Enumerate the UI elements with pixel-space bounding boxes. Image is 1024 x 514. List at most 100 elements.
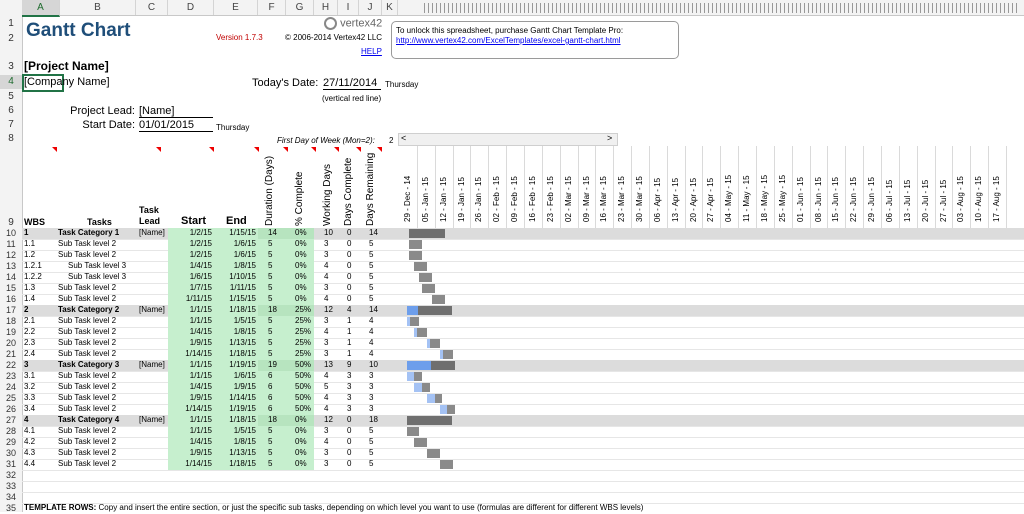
row-header-11[interactable]: 11 — [0, 239, 22, 250]
task-end[interactable]: 1/13/15 — [214, 338, 256, 347]
row-header-14[interactable]: 14 — [0, 272, 22, 283]
row-header-17[interactable]: 17 — [0, 305, 22, 316]
column-header-f[interactable]: F — [258, 0, 286, 15]
task-pct-complete[interactable]: 0% — [295, 272, 307, 281]
task-end[interactable]: 1/8/15 — [214, 261, 256, 270]
row-header-10[interactable]: 10 — [0, 228, 22, 239]
task-start[interactable]: 1/1/15 — [168, 371, 212, 380]
task-start[interactable]: 1/14/15 — [168, 349, 212, 358]
row-header-22[interactable]: 22 — [0, 360, 22, 371]
task-name[interactable]: Sub Task level 2 — [58, 239, 116, 248]
column-header-g[interactable]: G — [286, 0, 314, 15]
scroll-left-arrow[interactable]: < — [401, 133, 406, 143]
todays-date-value[interactable]: 27/11/2014 — [323, 77, 381, 90]
first-day-value[interactable]: 2 — [389, 136, 393, 145]
column-header-a[interactable]: A — [22, 0, 60, 17]
task-lead[interactable]: [Name] — [139, 360, 165, 369]
task-pct-complete[interactable]: 25% — [295, 305, 311, 314]
task-pct-complete[interactable]: 0% — [295, 415, 307, 424]
row-header-1[interactable]: 1 — [0, 15, 22, 32]
task-pct-complete[interactable]: 50% — [295, 382, 311, 391]
task-pct-complete[interactable]: 50% — [295, 371, 311, 380]
row-header-35[interactable]: 35 — [0, 503, 22, 514]
task-end[interactable]: 1/18/15 — [214, 305, 256, 314]
task-pct-complete[interactable]: 50% — [295, 360, 311, 369]
row-header-18[interactable]: 18 — [0, 316, 22, 327]
column-header-e[interactable]: E — [214, 0, 258, 15]
task-start[interactable]: 1/1/15 — [168, 305, 212, 314]
task-pct-complete[interactable]: 25% — [295, 338, 311, 347]
row-header-5[interactable]: 5 — [0, 90, 22, 104]
task-pct-complete[interactable]: 25% — [295, 316, 311, 325]
row-header-8[interactable]: 8 — [0, 132, 22, 146]
task-start[interactable]: 1/14/15 — [168, 404, 212, 413]
row-header-6[interactable]: 6 — [0, 104, 22, 118]
task-name[interactable]: Sub Task level 2 — [58, 459, 116, 468]
task-name[interactable]: Sub Task level 2 — [58, 426, 116, 435]
row-header-13[interactable]: 13 — [0, 261, 22, 272]
task-name[interactable]: Sub Task level 2 — [58, 327, 116, 336]
task-name[interactable]: Sub Task level 2 — [58, 404, 116, 413]
comment-marker[interactable] — [283, 147, 288, 152]
column-header-j[interactable]: J — [359, 0, 382, 15]
task-end[interactable]: 1/5/15 — [214, 426, 256, 435]
row-header-7[interactable]: 7 — [0, 118, 22, 132]
comment-marker[interactable] — [334, 147, 339, 152]
task-start[interactable]: 1/1/15 — [168, 316, 212, 325]
row-header-25[interactable]: 25 — [0, 393, 22, 404]
task-end[interactable]: 1/13/15 — [214, 448, 256, 457]
task-start[interactable]: 1/1/15 — [168, 415, 212, 424]
row-header-19[interactable]: 19 — [0, 327, 22, 338]
row-header-3[interactable]: 3 — [0, 60, 22, 74]
task-start[interactable]: 1/1/15 — [168, 360, 212, 369]
task-start[interactable]: 1/9/15 — [168, 338, 212, 347]
task-pct-complete[interactable]: 0% — [295, 426, 307, 435]
task-start[interactable]: 1/4/15 — [168, 437, 212, 446]
task-lead[interactable]: [Name] — [139, 415, 165, 424]
task-name[interactable]: Sub Task level 2 — [58, 448, 116, 457]
task-end[interactable]: 1/15/15 — [214, 294, 256, 303]
task-end[interactable]: 1/11/15 — [214, 283, 256, 292]
row-header-12[interactable]: 12 — [0, 250, 22, 261]
task-name[interactable]: Sub Task level 2 — [58, 437, 116, 446]
task-end[interactable]: 1/10/15 — [214, 272, 256, 281]
row-header-26[interactable]: 26 — [0, 404, 22, 415]
task-start[interactable]: 1/9/15 — [168, 448, 212, 457]
task-pct-complete[interactable]: 25% — [295, 327, 311, 336]
row-header-32[interactable]: 32 — [0, 470, 22, 481]
task-start[interactable]: 1/4/15 — [168, 261, 212, 270]
task-end[interactable]: 1/15/15 — [214, 228, 256, 237]
task-start[interactable]: 1/6/15 — [168, 272, 212, 281]
row-header-20[interactable]: 20 — [0, 338, 22, 349]
task-name[interactable]: Sub Task level 2 — [58, 250, 116, 259]
comment-marker[interactable] — [156, 147, 161, 152]
task-pct-complete[interactable]: 0% — [295, 261, 307, 270]
row-header-2[interactable]: 2 — [0, 32, 22, 46]
column-header-k[interactable]: K — [382, 0, 398, 15]
row-header-29[interactable]: 29 — [0, 437, 22, 448]
task-lead[interactable]: [Name] — [139, 228, 165, 237]
row-header-30[interactable]: 30 — [0, 448, 22, 459]
row-header-15[interactable]: 15 — [0, 283, 22, 294]
task-end[interactable]: 1/5/15 — [214, 316, 256, 325]
row-header-28[interactable]: 28 — [0, 426, 22, 437]
comment-marker[interactable] — [209, 147, 214, 152]
task-pct-complete[interactable]: 0% — [295, 448, 307, 457]
task-end[interactable]: 1/18/15 — [214, 415, 256, 424]
help-link[interactable]: HELP — [361, 47, 382, 56]
row-header-4[interactable]: 4 — [0, 75, 22, 89]
row-header-9[interactable]: 9 — [0, 146, 22, 228]
column-header-b[interactable]: B — [60, 0, 136, 15]
task-pct-complete[interactable]: 0% — [295, 294, 307, 303]
start-date-value[interactable]: 01/01/2015 — [139, 119, 213, 132]
task-pct-complete[interactable]: 0% — [295, 250, 307, 259]
task-end[interactable]: 1/19/15 — [214, 404, 256, 413]
task-pct-complete[interactable]: 50% — [295, 404, 311, 413]
task-end[interactable]: 1/6/15 — [214, 250, 256, 259]
task-name[interactable]: Sub Task level 3 — [68, 261, 126, 270]
task-name[interactable]: Task Category 4 — [58, 415, 119, 424]
task-end[interactable]: 1/6/15 — [214, 239, 256, 248]
row-header-33[interactable]: 33 — [0, 481, 22, 492]
task-name[interactable]: Sub Task level 2 — [58, 393, 116, 402]
row-header-21[interactable]: 21 — [0, 349, 22, 360]
